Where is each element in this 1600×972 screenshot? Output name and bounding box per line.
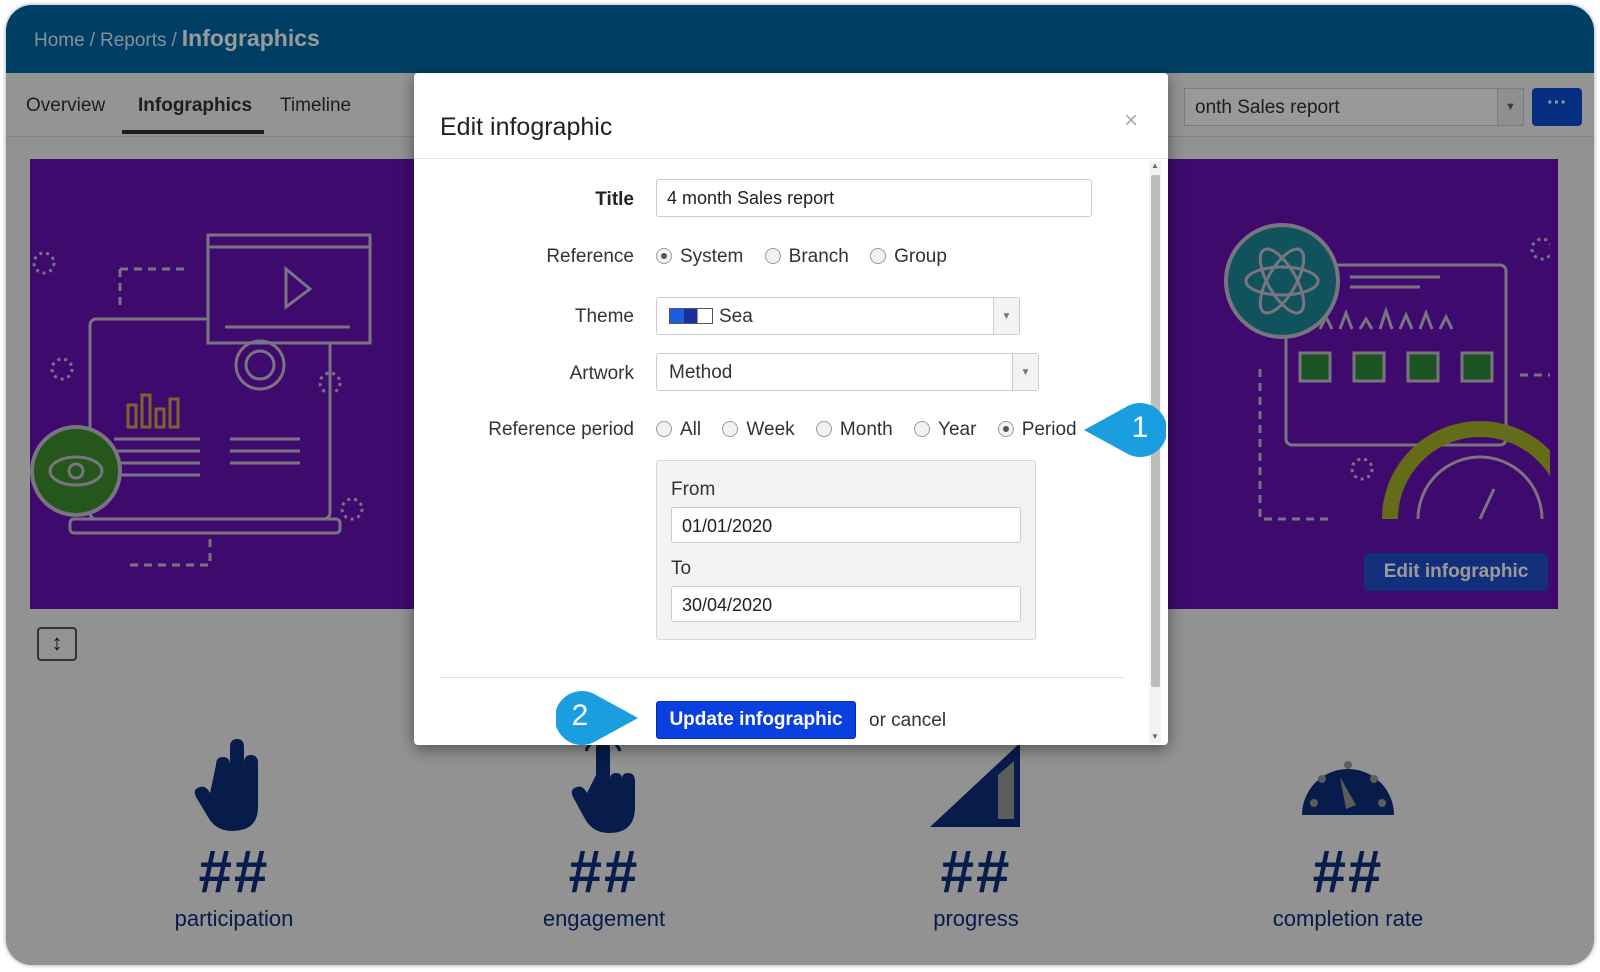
reference-option-branch[interactable]: Branch (764, 246, 849, 268)
period-option-period[interactable]: Period (997, 419, 1077, 441)
radio-label: All (680, 419, 702, 440)
radio-icon[interactable] (764, 248, 781, 264)
artwork-value: Method (669, 362, 733, 383)
reference-label: Reference (546, 246, 634, 267)
callout-number: 2 (571, 699, 589, 732)
period-option-year[interactable]: Year (914, 419, 976, 441)
reference-radio-group: System Branch Group (656, 246, 963, 268)
reference-option-system[interactable]: System (656, 246, 743, 268)
radio-icon[interactable] (914, 421, 931, 437)
scroll-down-icon[interactable]: ▼ (1151, 732, 1159, 741)
period-option-all[interactable]: All (656, 419, 701, 441)
radio-label: Year (938, 419, 977, 440)
from-date-input[interactable]: 01/01/2020 (671, 507, 1021, 543)
radio-icon[interactable] (722, 421, 739, 437)
theme-value: Sea (719, 306, 753, 327)
period-option-week[interactable]: Week (722, 419, 795, 441)
radio-label: Month (839, 419, 893, 440)
reference-option-group[interactable]: Group (870, 246, 947, 268)
radio-label: Period (1021, 419, 1077, 440)
modal-title: Edit infographic (440, 113, 613, 141)
from-label: From (671, 479, 716, 500)
edit-infographic-modal: Edit infographic × ▲ ▼ Title 4 month Sal… (414, 73, 1168, 745)
chevron-down-icon[interactable]: ▼ (1012, 354, 1038, 390)
radio-label: Group (894, 246, 947, 267)
scroll-up-icon[interactable]: ▲ (1151, 161, 1159, 170)
radio-label: System (680, 246, 744, 267)
title-label: Title (595, 189, 634, 210)
theme-swatch-icon (669, 308, 713, 324)
reference-period-label: Reference period (488, 419, 634, 440)
radio-icon[interactable] (656, 421, 672, 437)
to-label: To (671, 558, 692, 579)
radio-label: Week (746, 419, 795, 440)
title-input[interactable]: 4 month Sales report (656, 179, 1092, 217)
radio-selected-icon[interactable] (656, 248, 672, 264)
radio-icon[interactable] (815, 421, 832, 437)
app-window: Home / Reports / Infographics Overview Infog… (6, 5, 1594, 965)
theme-label: Theme (574, 306, 634, 327)
radio-selected-icon[interactable] (997, 421, 1014, 437)
artwork-select[interactable]: Method ▼ (656, 353, 1039, 391)
close-icon[interactable]: × (1124, 107, 1138, 135)
period-option-month[interactable]: Month (815, 419, 893, 441)
radio-icon[interactable] (870, 248, 887, 264)
chevron-down-icon[interactable]: ▼ (993, 298, 1019, 334)
callout-number: 1 (1131, 411, 1149, 444)
divider (440, 677, 1124, 678)
period-date-range: From 01/01/2020 To 30/04/2020 (656, 460, 1036, 640)
cancel-link[interactable]: or cancel (869, 710, 946, 732)
reference-period-radio-group: All Week Month Year Period (656, 419, 1093, 441)
radio-label: Branch (788, 246, 849, 267)
update-infographic-button[interactable]: Update infographic (656, 701, 856, 739)
to-date-input[interactable]: 30/04/2020 (671, 586, 1021, 622)
artwork-label: Artwork (569, 363, 634, 384)
theme-select[interactable]: Sea ▼ (656, 297, 1020, 335)
divider (414, 158, 1168, 159)
